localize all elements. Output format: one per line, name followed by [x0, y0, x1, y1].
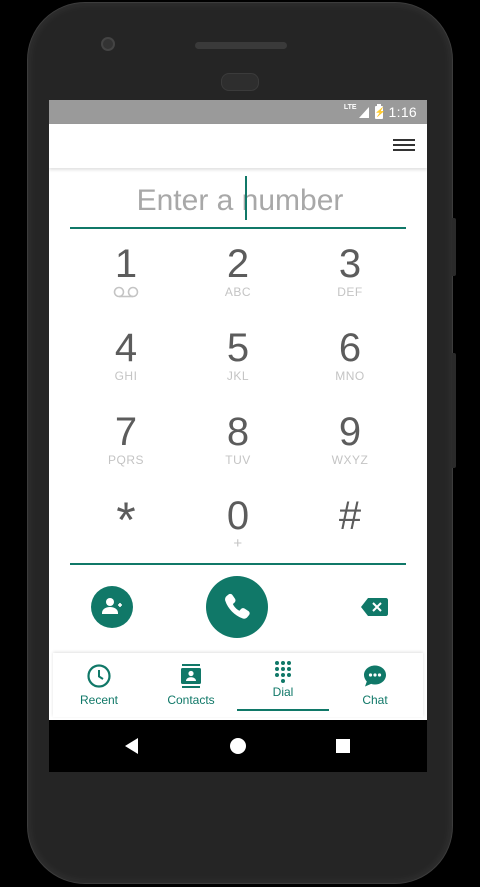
- key-9[interactable]: 9 WXYZ: [294, 402, 406, 486]
- key-digit: #: [338, 494, 362, 538]
- key-letters: WXYZ: [331, 453, 369, 467]
- dial-actions: [49, 574, 427, 644]
- clock-icon: [87, 664, 111, 688]
- home-icon[interactable]: [230, 738, 246, 754]
- phone-icon: [225, 593, 250, 619]
- chat-icon: [364, 665, 386, 687]
- key-digit: 4: [114, 326, 138, 370]
- key-digit: 6: [338, 326, 362, 370]
- key-digit: 9: [338, 410, 362, 454]
- dialpad-icon: [275, 661, 291, 683]
- key-digit: *: [116, 492, 136, 548]
- key-digit: 5: [226, 326, 250, 370]
- back-icon[interactable]: [125, 738, 138, 754]
- key-letters: DEF: [337, 285, 363, 299]
- screen: LTE 1:16 1 2 ABC 3 DEF 4 GHI 5: [49, 100, 427, 772]
- selected-tab-indicator: [237, 709, 329, 711]
- call-button[interactable]: [206, 576, 268, 638]
- number-field: [49, 174, 427, 229]
- key-digit: 3: [338, 242, 362, 286]
- key-letters: MNO: [335, 369, 365, 383]
- key-0[interactable]: 0 +: [182, 486, 294, 570]
- number-input[interactable]: [69, 180, 411, 222]
- network-type: LTE: [343, 103, 357, 111]
- key-letters: ABC: [224, 285, 252, 299]
- input-divider: [70, 227, 406, 229]
- earpiece-speaker: [195, 42, 287, 49]
- backspace-button[interactable]: [361, 598, 388, 616]
- nav-contacts[interactable]: Contacts: [145, 653, 237, 717]
- key-star[interactable]: *: [70, 486, 182, 570]
- key-6[interactable]: 6 MNO: [294, 318, 406, 402]
- nav-label: Chat: [362, 693, 388, 707]
- app-bar: [49, 124, 427, 168]
- menu-icon[interactable]: [393, 139, 415, 153]
- key-8[interactable]: 8 TUV: [182, 402, 294, 486]
- voicemail-icon: [113, 286, 139, 298]
- key-digit: 2: [226, 242, 250, 286]
- nav-dial[interactable]: Dial: [237, 653, 329, 717]
- nav-label: Contacts: [167, 693, 215, 707]
- key-digit: 8: [226, 410, 250, 454]
- add-contact-button[interactable]: [91, 586, 133, 628]
- key-letters: JKL: [226, 369, 250, 383]
- key-digit: 0: [226, 494, 250, 538]
- key-2[interactable]: 2 ABC: [182, 234, 294, 318]
- key-5[interactable]: 5 JKL: [182, 318, 294, 402]
- status-time: 1:16: [388, 104, 417, 120]
- recent-apps-icon[interactable]: [336, 739, 350, 753]
- volume-button: [452, 218, 456, 276]
- proximity-sensor: [221, 73, 259, 91]
- key-letters: PQRS: [107, 453, 144, 467]
- keypad-divider: [70, 563, 406, 565]
- status-bar: LTE 1:16: [49, 100, 427, 124]
- key-digit: 7: [114, 410, 138, 454]
- key-3[interactable]: 3 DEF: [294, 234, 406, 318]
- contacts-icon: [181, 664, 201, 688]
- text-cursor: [245, 176, 247, 220]
- bottom-navigation: Recent Contacts Dial Chat: [53, 653, 423, 717]
- key-4[interactable]: 4 GHI: [70, 318, 182, 402]
- battery-charging-icon: [374, 103, 386, 119]
- nav-recent[interactable]: Recent: [53, 653, 145, 717]
- system-navigation-bar: [49, 720, 427, 772]
- key-digit: 1: [114, 242, 138, 286]
- power-button: [452, 353, 456, 468]
- signal-icon: [358, 106, 369, 118]
- key-letters: TUV: [225, 453, 251, 467]
- key-letters: GHI: [114, 369, 138, 383]
- nav-label: Recent: [79, 693, 119, 707]
- front-camera: [101, 37, 115, 51]
- nav-label: Dial: [272, 685, 294, 699]
- nav-chat[interactable]: Chat: [329, 653, 421, 717]
- key-letters: +: [233, 535, 243, 552]
- key-hash[interactable]: #: [294, 486, 406, 570]
- person-add-icon: [102, 598, 122, 614]
- backspace-icon: [361, 598, 388, 616]
- key-7[interactable]: 7 PQRS: [70, 402, 182, 486]
- key-1[interactable]: 1: [70, 234, 182, 318]
